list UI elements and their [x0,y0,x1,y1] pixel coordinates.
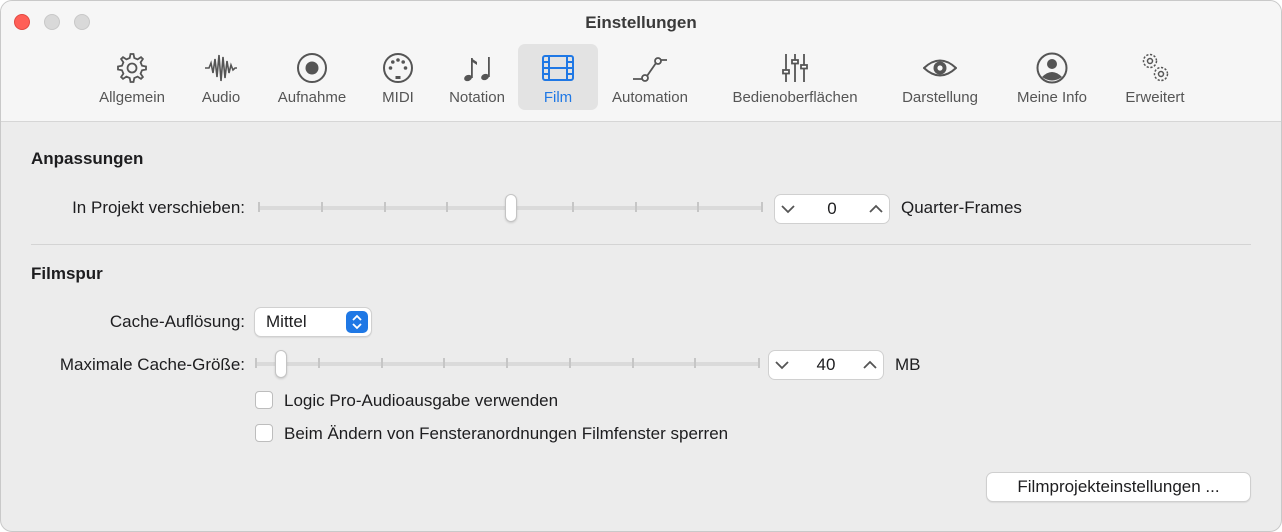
cache-resolution-select[interactable]: Mittel [254,307,372,337]
sliders-icon [782,54,808,82]
tab-aufnahme[interactable]: Aufnahme [269,44,355,110]
slider-tick [758,358,760,368]
tab-automation[interactable]: Automation [603,44,697,110]
section-title-filmspur: Filmspur [31,264,103,283]
slider-tick [635,202,637,212]
tab-bedienoberflaechen[interactable]: Bedienoberflächen [719,44,871,110]
slider-thumb[interactable] [275,350,287,378]
music-notes-icon [464,57,490,82]
tab-label: Meine Info [1016,89,1088,106]
film-settings-panel: Anpassungen In Projekt verschieben: 0 Qu… [1,122,1281,531]
waveform-icon [205,54,237,82]
slider-tick [569,358,571,368]
slider-tick [258,202,260,212]
tab-label: Bedienoberflächen [732,89,858,106]
chevron-up-icon[interactable] [863,360,877,370]
lock-movie-window-checkbox[interactable] [255,424,273,442]
settings-window: Einstellungen Allgemein Audio Aufnahme M… [0,0,1282,532]
record-icon [297,53,327,83]
tab-meine-info[interactable]: Meine Info [1008,44,1096,110]
window-title: Einstellungen [585,13,697,32]
gear-icon [117,53,147,83]
slider-tick [572,202,574,212]
project-offset-stepper[interactable]: 0 [774,194,890,224]
gears-icon [1142,53,1169,82]
automation-curve-icon [633,57,667,82]
project-offset-label: In Projekt verschieben: [72,198,245,217]
tab-label: Film [543,89,573,106]
up-down-arrows-icon [346,311,368,333]
slider-tick [446,202,448,212]
stepper-value[interactable]: 0 [827,199,836,219]
tab-audio[interactable]: Audio [191,44,251,110]
tab-midi[interactable]: MIDI [373,44,423,110]
slider-tick [384,202,386,212]
slider-tick [318,358,320,368]
max-cache-size-slider[interactable] [255,350,760,378]
section-divider [31,244,1251,245]
slider-tick [443,358,445,368]
tab-label: Allgemein [99,89,165,106]
tab-label: Audio [201,89,241,106]
tab-label: Darstellung [902,89,978,106]
tab-allgemein[interactable]: Allgemein [89,44,175,110]
slider-thumb[interactable] [505,194,517,222]
section-title-anpassungen: Anpassungen [31,149,144,168]
midi-connector-icon [383,53,413,83]
movie-project-settings-button[interactable]: Filmprojekteinstellungen ... [986,472,1251,502]
tab-label: Automation [612,89,688,106]
cache-resolution-label: Cache-Auflösung: [109,312,245,331]
project-offset-slider[interactable] [258,194,763,222]
slider-tick [255,358,257,368]
person-icon [1036,52,1068,84]
chevron-down-icon[interactable] [781,204,795,214]
max-cache-size-unit: MB [895,355,921,374]
slider-tick [697,202,699,212]
chevron-up-icon[interactable] [869,204,883,214]
use-logic-audio-output-label[interactable]: Logic Pro-Audioausgabe verwenden [284,391,558,411]
max-cache-size-stepper[interactable]: 40 [768,350,884,380]
slider-tick [761,202,763,212]
tab-film[interactable]: Film [518,44,598,110]
tab-darstellung[interactable]: Darstellung [892,44,988,110]
max-cache-size-label: Maximale Cache-Größe: [59,355,245,374]
use-logic-audio-output-checkbox[interactable] [255,391,273,409]
slider-tick [381,358,383,368]
film-icon [542,55,574,81]
tab-label: MIDI [382,89,414,106]
tab-label: Aufnahme [277,89,347,106]
stepper-value[interactable]: 40 [817,355,836,375]
slider-tick [632,358,634,368]
slider-tick [321,202,323,212]
tab-label: Erweitert [1125,89,1185,106]
project-offset-unit: Quarter-Frames [901,198,1022,217]
tab-notation[interactable]: Notation [439,44,515,110]
toolbar: Einstellungen Allgemein Audio Aufnahme M… [1,1,1281,122]
tab-label: Notation [449,89,505,106]
eye-icon [923,59,957,77]
slider-tick [506,358,508,368]
lock-movie-window-label[interactable]: Beim Ändern von Fensteranordnungen Filmf… [284,424,728,444]
slider-tick [694,358,696,368]
cache-resolution-value: Mittel [266,312,307,331]
chevron-down-icon[interactable] [775,360,789,370]
tab-erweitert[interactable]: Erweitert [1115,44,1195,110]
